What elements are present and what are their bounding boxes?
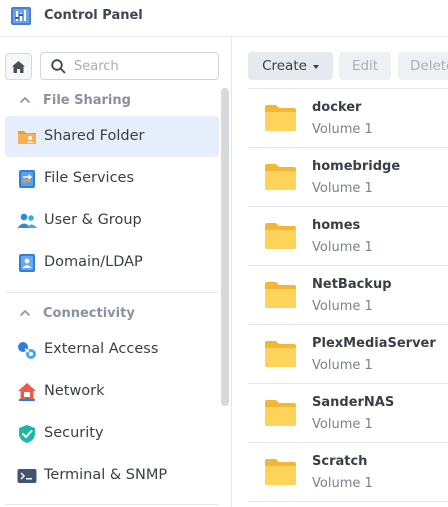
folder-row[interactable]: PlexMediaServer Volume 1 bbox=[248, 325, 448, 384]
sidebar-item-file-services[interactable]: File Services bbox=[5, 158, 219, 199]
folder-icon bbox=[265, 105, 296, 131]
folder-row[interactable]: SanderNAS Volume 1 bbox=[248, 384, 448, 443]
sidebar-item-label: User & Group bbox=[44, 212, 142, 228]
section-label: File Sharing bbox=[43, 92, 131, 108]
sidebar-item-domain-ldap[interactable]: Domain/LDAP bbox=[5, 242, 219, 283]
sidebar-item-network[interactable]: Network bbox=[5, 371, 219, 412]
search-icon bbox=[51, 59, 66, 74]
folder-name: NetBackup bbox=[312, 277, 392, 292]
sidebar-item-label: Security bbox=[44, 425, 104, 441]
sidebar-item-label: Shared Folder bbox=[44, 128, 145, 144]
create-button-label: Create bbox=[262, 58, 307, 74]
caret-down-icon bbox=[312, 65, 319, 69]
folder-volume: Volume 1 bbox=[312, 122, 373, 137]
shared-folder-icon bbox=[18, 131, 36, 144]
folder-name: docker bbox=[312, 100, 362, 115]
search-input[interactable] bbox=[74, 57, 214, 75]
search-box[interactable] bbox=[40, 52, 219, 80]
row-divider bbox=[248, 501, 448, 502]
sidebar-item-terminal-snmp[interactable]: Terminal & SNMP bbox=[5, 455, 219, 496]
folder-row[interactable]: Scratch Volume 1 bbox=[248, 443, 448, 502]
sidebar-separator bbox=[5, 292, 218, 293]
folder-icon bbox=[265, 459, 296, 485]
folder-volume: Volume 1 bbox=[312, 181, 373, 196]
folder-name: SanderNAS bbox=[312, 395, 395, 410]
sidebar-divider bbox=[231, 37, 232, 507]
delete-button-label: Delete bbox=[410, 58, 448, 74]
sidebar-item-label: External Access bbox=[44, 341, 159, 357]
chevron-up-icon bbox=[19, 96, 31, 104]
sidebar-item-external-access[interactable]: External Access bbox=[5, 329, 219, 370]
folder-icon bbox=[265, 341, 296, 367]
folder-name: homebridge bbox=[312, 159, 401, 174]
title-bar: Control Panel bbox=[0, 0, 448, 34]
folder-name: homes bbox=[312, 218, 361, 233]
sidebar-scrollbar[interactable] bbox=[221, 88, 229, 406]
section-file-sharing[interactable]: File Sharing bbox=[18, 90, 131, 110]
folder-row[interactable]: homebridge Volume 1 bbox=[248, 148, 448, 207]
sidebar-separator bbox=[5, 504, 218, 505]
section-connectivity[interactable]: Connectivity bbox=[18, 303, 135, 323]
domain-ldap-icon bbox=[19, 254, 35, 272]
folder-row[interactable]: NetBackup Volume 1 bbox=[248, 266, 448, 325]
external-access-icon bbox=[18, 342, 36, 359]
folder-icon bbox=[265, 282, 296, 308]
sidebar-item-label: Network bbox=[44, 383, 105, 399]
home-button[interactable] bbox=[5, 53, 32, 80]
folder-icon bbox=[265, 400, 296, 426]
sidebar-item-label: Terminal & SNMP bbox=[44, 467, 168, 483]
sidebar-item-shared-folder[interactable]: Shared Folder bbox=[5, 116, 219, 157]
folder-icon bbox=[265, 223, 296, 249]
network-icon bbox=[18, 383, 36, 401]
folder-volume: Volume 1 bbox=[312, 299, 373, 314]
terminal-icon bbox=[17, 469, 37, 483]
folder-name: PlexMediaServer bbox=[312, 336, 436, 351]
folder-name: Scratch bbox=[312, 454, 368, 469]
folder-volume: Volume 1 bbox=[312, 417, 373, 432]
folder-icon bbox=[265, 164, 296, 190]
folder-row[interactable]: homes Volume 1 bbox=[248, 207, 448, 266]
shield-icon bbox=[19, 425, 35, 443]
section-label: Connectivity bbox=[43, 305, 135, 321]
folder-row[interactable]: docker Volume 1 bbox=[248, 89, 448, 148]
user-group-icon bbox=[17, 213, 37, 228]
edit-button[interactable]: Edit bbox=[339, 52, 391, 80]
window-title: Control Panel bbox=[44, 8, 143, 23]
chevron-up-icon bbox=[19, 309, 31, 317]
sidebar-item-label: Domain/LDAP bbox=[44, 254, 143, 270]
home-icon bbox=[12, 60, 25, 73]
folder-volume: Volume 1 bbox=[312, 358, 373, 373]
delete-button[interactable]: Delete bbox=[398, 52, 448, 80]
folder-volume: Volume 1 bbox=[312, 476, 373, 491]
folder-volume: Volume 1 bbox=[312, 240, 373, 255]
sidebar-item-security[interactable]: Security bbox=[5, 413, 219, 454]
file-services-icon bbox=[19, 170, 35, 188]
sidebar-item-label: File Services bbox=[44, 170, 135, 186]
edit-button-label: Edit bbox=[351, 58, 379, 74]
control-panel-app-icon bbox=[11, 7, 31, 25]
sidebar-item-user-group[interactable]: User & Group bbox=[5, 200, 219, 241]
create-button[interactable]: Create bbox=[248, 52, 333, 80]
